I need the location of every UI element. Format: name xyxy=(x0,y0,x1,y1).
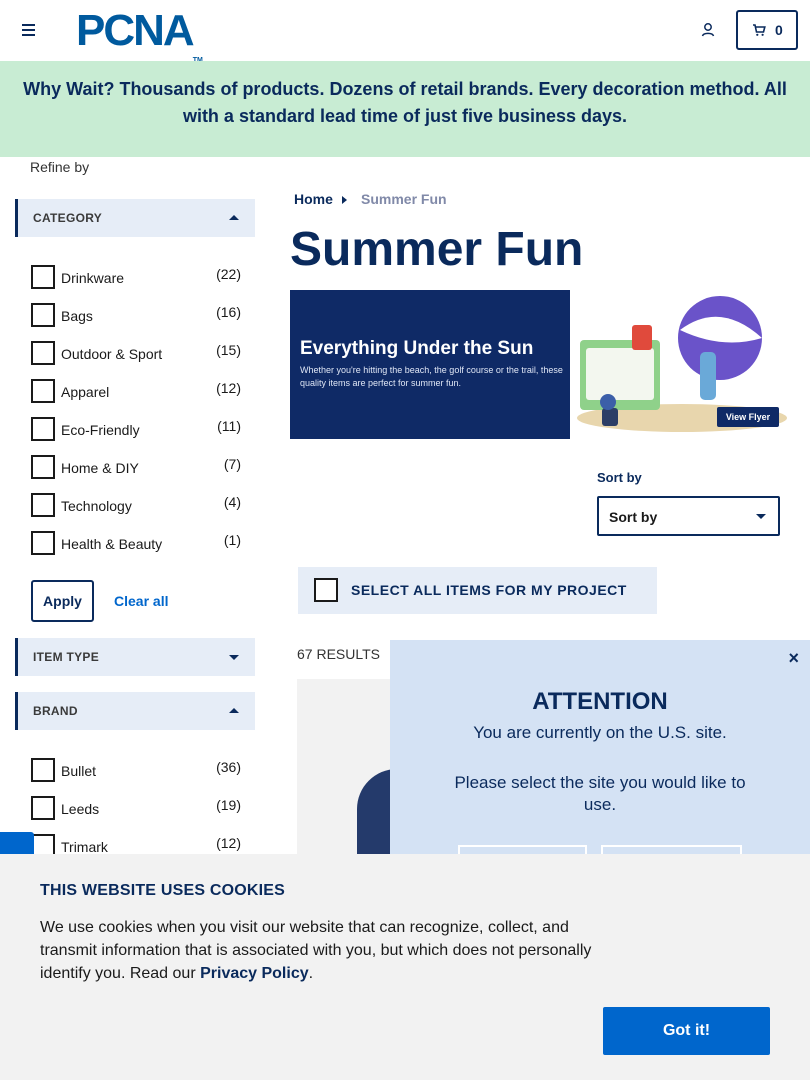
modal-title: ATTENTION xyxy=(532,688,668,715)
modal-text: You are currently on the U.S. site. xyxy=(473,723,727,742)
select-all-checkbox[interactable] xyxy=(314,578,338,602)
facet-option[interactable]: Apparel (12) xyxy=(31,379,243,405)
promo-banner: Why Wait? Thousands of products. Dozens … xyxy=(0,61,810,157)
facet-option-count: (22) xyxy=(216,266,241,282)
select-all-bar[interactable]: SELECT ALL ITEMS FOR MY PROJECT xyxy=(298,567,657,614)
sort-select[interactable]: Sort by xyxy=(597,496,780,536)
select-all-label: SELECT ALL ITEMS FOR MY PROJECT xyxy=(351,582,627,598)
results-count: 67 RESULTS xyxy=(297,646,380,662)
facet-option-label: Home & DIY xyxy=(61,460,139,476)
cookie-body: We use cookies when you visit our websit… xyxy=(40,919,592,982)
page-title: Summer Fun xyxy=(290,223,584,276)
privacy-policy-link[interactable]: Privacy Policy xyxy=(200,965,309,982)
close-icon[interactable]: × xyxy=(788,648,799,669)
facet-title: CATEGORY xyxy=(33,211,103,225)
breadcrumb-arrow-icon xyxy=(342,196,347,204)
refine-label: Refine by xyxy=(30,159,90,175)
facet-option[interactable]: Home & DIY (7) xyxy=(31,455,243,481)
facet-option-label: Drinkware xyxy=(61,270,125,286)
facet-checkbox[interactable] xyxy=(31,417,55,441)
facet-option[interactable]: Bullet (36) xyxy=(31,758,243,784)
facet-option-label: Eco-Friendly xyxy=(61,422,140,438)
facet-option[interactable]: Eco-Friendly (11) xyxy=(31,417,243,443)
facet-option[interactable]: Health & Beauty (1) xyxy=(31,531,243,557)
caret-up-icon xyxy=(229,708,239,713)
facet-option[interactable]: Bags (16) xyxy=(31,303,243,329)
facet-option[interactable]: Leeds (19) xyxy=(31,796,243,822)
pcna-logo[interactable]: PCNATM xyxy=(76,9,203,65)
account-icon[interactable] xyxy=(700,22,716,38)
facet-option-label: Bags xyxy=(61,308,93,324)
facet-checkbox[interactable] xyxy=(31,379,55,403)
facet-checkbox[interactable] xyxy=(31,455,55,479)
facet-checkbox[interactable] xyxy=(31,265,55,289)
facet-category-header[interactable]: CATEGORY xyxy=(15,199,255,237)
site-header: PCNATM 0 xyxy=(0,0,810,65)
menu-icon[interactable] xyxy=(22,24,35,36)
got-it-button[interactable]: Got it! xyxy=(603,1007,770,1055)
caret-down-icon xyxy=(229,655,239,660)
facet-checkbox[interactable] xyxy=(31,796,55,820)
cookie-end: . xyxy=(308,965,314,982)
facet-option[interactable]: Drinkware (22) xyxy=(31,265,243,291)
cookie-title: THIS WEBSITE USES COOKIES xyxy=(40,882,286,899)
modal-prompt: Please select the site you would like to… xyxy=(454,773,746,814)
facet-item-type-header[interactable]: ITEM TYPE xyxy=(15,638,255,676)
cart-icon xyxy=(753,24,766,36)
facet-option[interactable]: Outdoor & Sport (15) xyxy=(31,341,243,367)
hero-subtitle: Whether you're hitting the beach, the go… xyxy=(300,365,563,388)
facet-option-label: Bullet xyxy=(61,763,97,779)
hero-text-panel: Everything Under the Sun Whether you're … xyxy=(290,290,570,439)
breadcrumb-current: Summer Fun xyxy=(361,191,447,207)
sort-value: Sort by xyxy=(609,509,658,525)
facet-option-count: (4) xyxy=(223,494,241,510)
facet-option-label: Health & Beauty xyxy=(61,536,163,552)
caret-up-icon xyxy=(229,215,239,220)
facet-option-count: (1) xyxy=(223,532,241,548)
facet-option-count: (16) xyxy=(216,304,241,320)
facet-option-count: (11) xyxy=(217,418,241,434)
facet-option-label: Apparel xyxy=(61,384,110,400)
view-flyer-button[interactable]: View Flyer xyxy=(717,407,779,427)
facet-title: BRAND xyxy=(33,704,78,718)
sort-label: Sort by xyxy=(597,470,642,485)
hero-banner[interactable]: Everything Under the Sun Whether you're … xyxy=(290,290,790,439)
cookie-text: We use cookies when you visit our websit… xyxy=(40,916,600,985)
site-select-modal: × ATTENTION You are currently on the U.S… xyxy=(390,640,810,885)
facet-option-count: (15) xyxy=(216,342,241,358)
cookie-banner: THIS WEBSITE USES COOKIES We use cookies… xyxy=(0,854,810,1080)
cart-count: 0 xyxy=(775,22,783,38)
clear-all-link[interactable]: Clear all xyxy=(114,593,168,609)
facet-option-label: Leeds xyxy=(61,801,100,817)
facet-option-label: Outdoor & Sport xyxy=(61,346,163,362)
facet-option-count: (12) xyxy=(216,835,241,851)
caret-down-icon xyxy=(756,514,766,519)
facet-option-label: Technology xyxy=(61,498,132,514)
facet-brand-header[interactable]: BRAND xyxy=(15,692,255,730)
facet-option-count: (36) xyxy=(216,759,241,775)
facet-option-count: (12) xyxy=(216,380,241,396)
facet-checkbox[interactable] xyxy=(31,758,55,782)
breadcrumb-home[interactable]: Home xyxy=(294,191,333,207)
facet-option-count: (19) xyxy=(216,797,241,813)
facet-option-count: (7) xyxy=(223,456,241,472)
facet-title: ITEM TYPE xyxy=(33,650,100,664)
facet-checkbox[interactable] xyxy=(31,531,55,555)
facet-checkbox[interactable] xyxy=(31,303,55,327)
facet-option[interactable]: Technology (4) xyxy=(31,493,243,519)
page: PCNATM 0 Why Wait? Thousands of products… xyxy=(0,0,810,1080)
facet-checkbox[interactable] xyxy=(31,493,55,517)
hero-title: Everything Under the Sun xyxy=(300,338,534,359)
apply-button[interactable]: Apply xyxy=(31,580,94,622)
facet-option-label: Trimark xyxy=(61,839,108,855)
cart-button[interactable]: 0 xyxy=(736,10,798,50)
facet-checkbox[interactable] xyxy=(31,341,55,365)
